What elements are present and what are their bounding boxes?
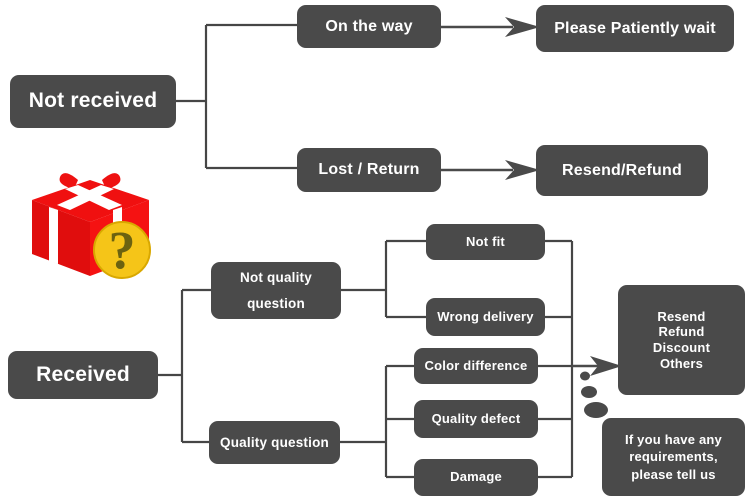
gift-box-question-icon: ? (32, 173, 151, 280)
node-not-quality-question[interactable]: Not quality question (211, 262, 341, 319)
node-outcomes-line4: Others (659, 355, 704, 371)
node-on-the-way-label: On the way (325, 17, 413, 35)
node-outcomes-line3: Discount (652, 340, 711, 355)
node-not-quality-question-line1: Not quality (240, 269, 312, 285)
node-contact-note-line2: requirements, (629, 449, 718, 465)
speech-bubble-dot-large (584, 402, 608, 418)
node-quality-defect-label: Quality defect (431, 410, 521, 426)
node-wrong-delivery-label: Wrong delivery (437, 308, 534, 324)
node-not-received-label: Not received (28, 89, 158, 113)
node-received-label: Received (36, 362, 130, 386)
arrowhead-lost-return (505, 160, 540, 180)
node-color-difference[interactable]: Color difference (414, 348, 538, 384)
node-outcomes-line2: Refund (658, 324, 705, 340)
node-contact-note[interactable]: If you have any requirements, please tel… (602, 418, 745, 496)
node-resend-refund[interactable]: Resend/Refund (536, 145, 708, 196)
node-outcomes[interactable]: Resend Refund Discount Others (618, 285, 745, 395)
node-quality-question-label: Quality question (220, 434, 329, 450)
speech-bubble-dot-small (580, 371, 590, 381)
node-resend-refund-label: Resend/Refund (562, 161, 682, 179)
node-damage[interactable]: Damage (414, 459, 538, 496)
node-color-difference-label: Color difference (424, 357, 528, 373)
node-not-received[interactable]: Not received (10, 75, 176, 128)
node-wrong-delivery[interactable]: Wrong delivery (426, 298, 545, 336)
node-quality-defect[interactable]: Quality defect (414, 400, 538, 438)
arrowhead-on-the-way (505, 17, 540, 37)
node-not-quality-question-line2: question (247, 295, 305, 311)
speech-bubble-dot-medium (581, 386, 597, 398)
node-lost-return-label: Lost / Return (318, 161, 420, 179)
node-lost-return[interactable]: Lost / Return (297, 148, 441, 192)
node-on-the-way[interactable]: On the way (297, 5, 441, 48)
node-received[interactable]: Received (8, 351, 158, 399)
node-outcomes-line1: Resend (657, 308, 706, 324)
svg-text:?: ? (109, 220, 136, 280)
node-quality-question[interactable]: Quality question (209, 421, 340, 464)
node-contact-note-line1: If you have any (625, 431, 722, 447)
node-please-patiently-wait-label: Please Patiently wait (554, 19, 716, 37)
node-damage-label: Damage (450, 469, 502, 485)
node-not-fit-label: Not fit (466, 233, 505, 249)
node-please-patiently-wait[interactable]: Please Patiently wait (536, 5, 734, 52)
flowchart-canvas: ? Not received On the way Please Patient… (0, 0, 750, 500)
node-not-fit[interactable]: Not fit (426, 224, 545, 260)
node-contact-note-line3: please tell us (631, 466, 716, 482)
